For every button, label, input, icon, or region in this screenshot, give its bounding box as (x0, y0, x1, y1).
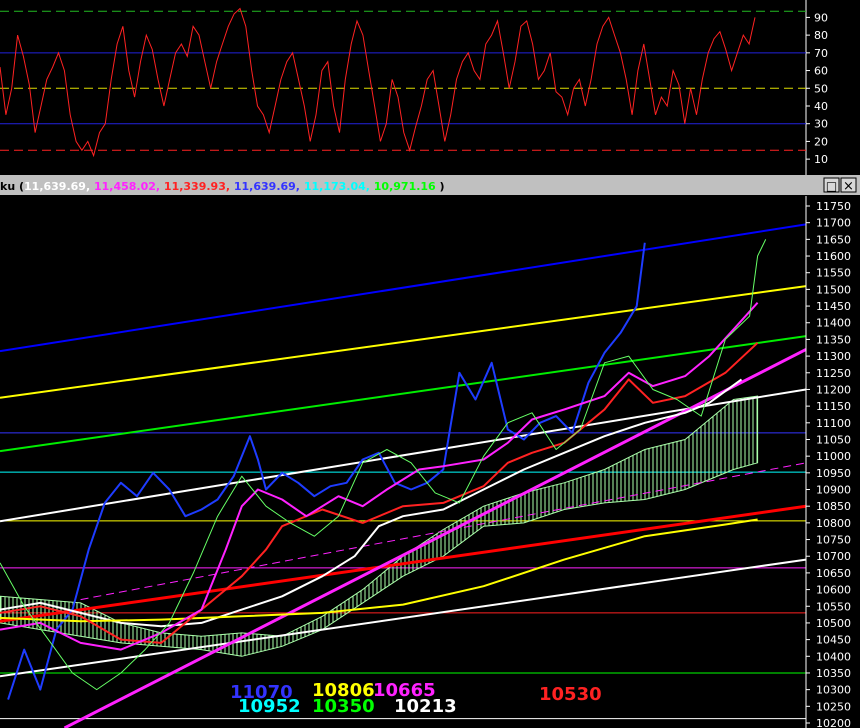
price-tick-label: 11250 (816, 367, 851, 380)
price-tick-label: 10950 (816, 467, 851, 480)
chart-canvas: 102030405060708090 ku (11,639.69, 11,458… (0, 0, 860, 728)
trend-line (63, 348, 806, 728)
price-tick-label: 11350 (816, 333, 851, 346)
price-panel: 10200 10250 10300 10350 10400 10450 10500 10550… (0, 196, 851, 728)
price-tick-label: 11500 (816, 283, 851, 296)
price-tick-label: 11050 (816, 433, 851, 446)
price-tick-label: 10900 (816, 484, 851, 497)
price-tick-label: 11700 (816, 217, 851, 230)
indicator-values-header: ku (11,639.69, 11,458.02, 11,339.93, 11,… (0, 180, 445, 193)
price-tick-label: 10600 (816, 584, 851, 597)
price-tick-label: 10350 (816, 667, 851, 680)
close-icon: × (843, 179, 854, 194)
header-value: 11,639.69, (234, 180, 304, 193)
price-tick-label: 11400 (816, 317, 851, 330)
price-tick-label: 10250 (816, 700, 851, 713)
price-tick-label: 10700 (816, 550, 851, 563)
header-prefix: ku ( (0, 180, 24, 193)
header-value: 10,971.16 (374, 180, 436, 193)
trend-line (0, 285, 806, 399)
header-suffix: ) (436, 180, 445, 193)
price-tick-label: 10200 (816, 717, 851, 728)
header-value: 11,639.69, (24, 180, 94, 193)
header-value: 11,458.02, (94, 180, 164, 193)
trend-line (0, 223, 806, 353)
restore-button[interactable]: □ (823, 177, 840, 193)
oscillator-tick-label: 80 (814, 29, 828, 42)
price-tick-label: 10650 (816, 567, 851, 580)
price-tick-label: 11200 (816, 383, 851, 396)
oscillator-tick-label: 70 (814, 47, 828, 60)
trend-line (0, 335, 806, 453)
price-tick-label: 11100 (816, 417, 851, 430)
price-tick-label: 10500 (816, 617, 851, 630)
level-value-label: 10952 (238, 696, 301, 717)
price-tick-label: 11000 (816, 450, 851, 463)
close-button[interactable]: × (840, 177, 857, 194)
restore-icon: □ (826, 179, 837, 193)
oscillator-tick-label: 10 (814, 153, 828, 166)
price-tick-label: 10850 (816, 500, 851, 513)
price-tick-label: 10800 (816, 517, 851, 530)
oscillator-tick-label: 20 (814, 135, 828, 148)
price-tick-label: 11550 (816, 267, 851, 280)
oscillator-tick-label: 50 (814, 82, 828, 95)
oscillator-tick-label: 90 (814, 11, 828, 24)
price-tick-label: 10750 (816, 534, 851, 547)
header-value: 11,339.93, (164, 180, 234, 193)
oscillator-tick-label: 40 (814, 100, 828, 113)
level-value-label: 10530 (539, 684, 602, 705)
price-plot-area (0, 223, 806, 728)
price-tick-label: 10300 (816, 684, 851, 697)
price-tick-label: 10450 (816, 634, 851, 647)
trend-line (80, 462, 806, 601)
price-tick-label: 11150 (816, 400, 851, 413)
price-tick-label: 11600 (816, 250, 851, 263)
price-tick-label: 11300 (816, 350, 851, 363)
header-value: 11,173.04, (304, 180, 374, 193)
oscillator-tick-label: 30 (814, 118, 828, 131)
oscillator-panel: 10 20 30 40 50 60 70 80 90 (0, 0, 828, 175)
oscillator-line (0, 7, 756, 158)
price-tick-label: 11750 (816, 200, 851, 213)
oscillator-tick-label: 60 (814, 65, 828, 78)
price-tick-label: 11450 (816, 300, 851, 313)
price-tick-label: 10400 (816, 650, 851, 663)
level-value-label: 10350 (312, 696, 375, 717)
price-tick-label: 11650 (816, 233, 851, 246)
price-tick-label: 10550 (816, 600, 851, 613)
trend-line (0, 558, 806, 678)
level-value-label: 10213 (394, 696, 457, 717)
